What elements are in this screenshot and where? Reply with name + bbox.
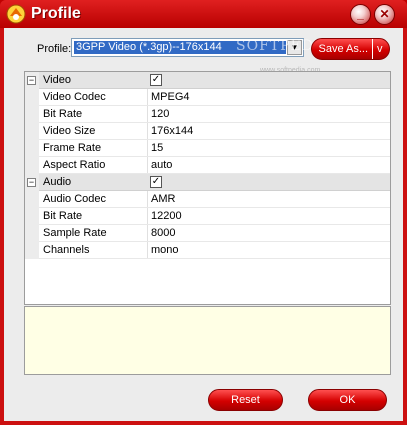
property-name: Video Codec bbox=[43, 91, 106, 103]
description-panel bbox=[24, 306, 391, 375]
property-name: Bit Rate bbox=[43, 210, 83, 222]
property-value[interactable]: 15 bbox=[151, 142, 163, 154]
ok-button[interactable]: OK bbox=[308, 389, 387, 411]
reset-button[interactable]: Reset bbox=[208, 389, 283, 411]
property-value[interactable]: 120 bbox=[151, 108, 169, 120]
property-row[interactable]: Aspect Ratio auto bbox=[25, 157, 390, 174]
property-name: Bit Rate bbox=[43, 108, 83, 120]
property-name: Sample Rate bbox=[43, 227, 107, 239]
profile-label: Profile: bbox=[37, 43, 72, 55]
save-as-button[interactable]: Save As... v bbox=[311, 38, 390, 60]
collapse-icon[interactable]: − bbox=[27, 178, 36, 187]
property-row[interactable]: Frame Rate 15 bbox=[25, 140, 390, 157]
property-name: Aspect Ratio bbox=[43, 159, 106, 171]
row-gutter: − bbox=[25, 72, 39, 89]
property-name: Video Size bbox=[43, 125, 96, 137]
dialog-body: Profile: 3GPP Video (*.3gp)--176x144 ▼ S… bbox=[4, 28, 403, 421]
property-name: Channels bbox=[43, 244, 90, 256]
category-label: Video bbox=[43, 74, 71, 86]
property-value[interactable]: auto bbox=[151, 159, 172, 171]
property-row[interactable]: Bit Rate 12200 bbox=[25, 208, 390, 225]
minimize-button[interactable]: _ bbox=[350, 4, 371, 25]
property-name: Audio Codec bbox=[43, 193, 106, 205]
property-value[interactable]: mono bbox=[151, 244, 179, 256]
property-value[interactable]: AMR bbox=[151, 193, 175, 205]
category-row-video[interactable]: − Video ✓ bbox=[25, 72, 390, 89]
title-bar[interactable]: Profile _ ✕ bbox=[0, 0, 407, 28]
property-row[interactable]: Sample Rate 8000 bbox=[25, 225, 390, 242]
category-label: Audio bbox=[43, 176, 72, 188]
close-icon: ✕ bbox=[379, 7, 390, 21]
row-gutter: − bbox=[25, 174, 39, 191]
property-grid: − Video ✓ Video Codec MPEG4 Bit Rate 120… bbox=[24, 71, 391, 305]
app-logo-icon bbox=[6, 4, 26, 24]
property-value[interactable]: 12200 bbox=[151, 210, 182, 222]
save-as-label: Save As... bbox=[318, 43, 369, 55]
profile-window: Profile _ ✕ Profile: 3GPP Video (*.3gp)-… bbox=[0, 0, 407, 425]
video-enabled-checkbox[interactable]: ✓ bbox=[150, 74, 162, 86]
property-name: Frame Rate bbox=[43, 142, 102, 154]
save-as-menu-arrow[interactable]: v bbox=[372, 39, 383, 59]
category-row-audio[interactable]: − Audio ✓ bbox=[25, 174, 390, 191]
window-title: Profile bbox=[31, 5, 81, 22]
close-button[interactable]: ✕ bbox=[374, 4, 395, 25]
property-value[interactable]: 176x144 bbox=[151, 125, 193, 137]
minimize-icon: _ bbox=[357, 7, 364, 21]
property-row[interactable]: Audio Codec AMR bbox=[25, 191, 390, 208]
property-row[interactable]: Bit Rate 120 bbox=[25, 106, 390, 123]
property-row[interactable]: Channels mono bbox=[25, 242, 390, 259]
collapse-icon[interactable]: − bbox=[27, 76, 36, 85]
property-value[interactable]: 8000 bbox=[151, 227, 175, 239]
property-row[interactable]: Video Size 176x144 bbox=[25, 123, 390, 140]
property-row[interactable]: Video Codec MPEG4 bbox=[25, 89, 390, 106]
audio-enabled-checkbox[interactable]: ✓ bbox=[150, 176, 162, 188]
property-value[interactable]: MPEG4 bbox=[151, 91, 190, 103]
